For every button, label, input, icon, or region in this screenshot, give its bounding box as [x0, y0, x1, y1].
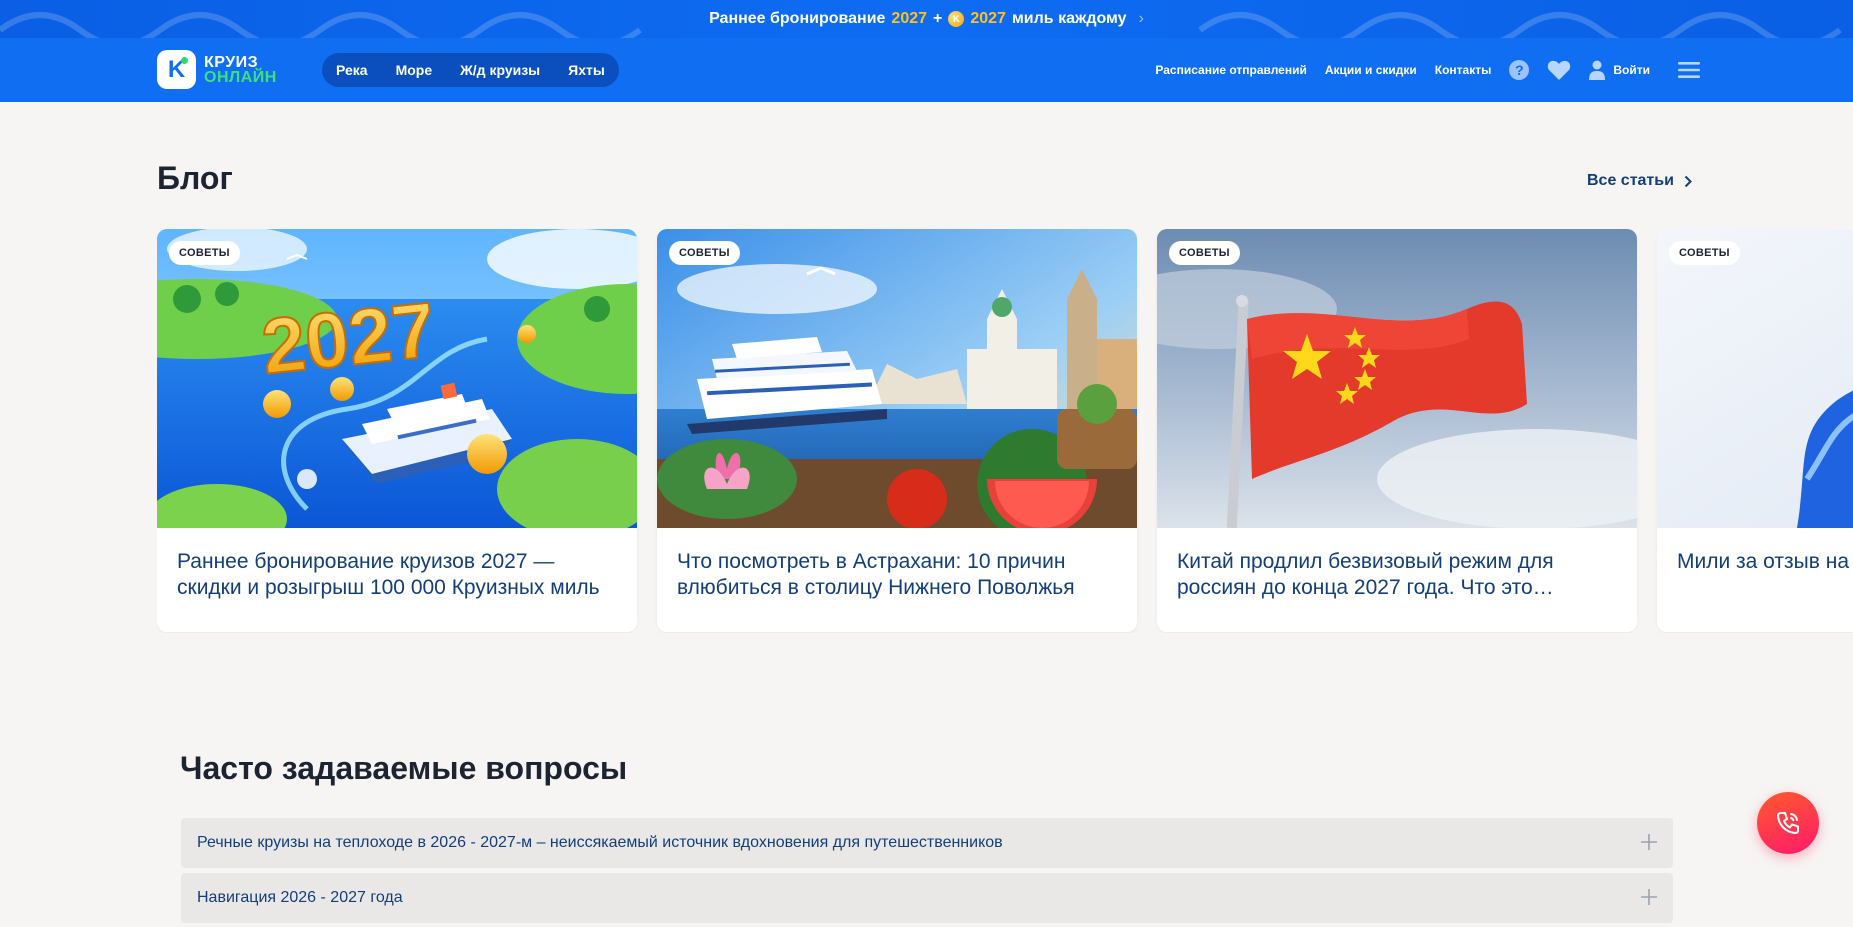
blog-card-image: 2027 — [157, 229, 637, 528]
blog-title: Блог — [157, 160, 233, 196]
svg-text:2027: 2027 — [258, 285, 440, 391]
faq-item[interactable]: Речные круизы на теплоходе в 2026 - 2027… — [181, 818, 1673, 868]
category-badge: СОВЕТЫ — [1669, 241, 1740, 265]
heart-icon — [1548, 60, 1571, 80]
chevron-right-icon — [1684, 175, 1692, 187]
promo-prefix: Раннее бронирование — [709, 10, 886, 27]
logo-mark-icon: K — [157, 50, 196, 89]
logo-dot — [181, 57, 188, 64]
blog-card[interactable]: 2027 СОВЕТЫ Раннее бронирование круизов … — [157, 229, 637, 632]
blog-carousel: 2027 СОВЕТЫ Раннее бронирование круизов … — [157, 229, 1853, 633]
blog-card-title: Раннее бронирование круизов 2027 — скидк… — [177, 550, 600, 599]
chevron-right-icon: › — [1138, 10, 1144, 27]
blog-card[interactable]: СОВЕТЫ Что посмотреть в Астрахани: 10 пр… — [657, 229, 1137, 632]
blog-card-image — [1157, 229, 1637, 528]
all-articles-label: Все статьи — [1587, 172, 1674, 189]
help-button[interactable]: ? — [1509, 60, 1530, 80]
phone-icon — [1777, 812, 1799, 834]
logo-text: КРУИЗ ОНЛАЙН — [204, 53, 277, 86]
promo-miles-amount: 2027 — [970, 10, 1006, 27]
call-button[interactable] — [1757, 792, 1819, 854]
promo-banner[interactable]: Раннее бронирование 2027 + K 2027 миль к… — [0, 0, 1853, 38]
faq-question: Речные круизы на теплоходе в 2026 - 2027… — [197, 834, 1003, 851]
link-schedule[interactable]: Расписание отправлений — [1155, 63, 1306, 77]
blog-card-image — [657, 229, 1137, 528]
category-nav: Река Море Ж/д круизы Яхты — [322, 53, 619, 87]
promo-year: 2027 — [891, 10, 928, 27]
logo-line2: ОНЛАЙН — [204, 68, 277, 86]
blog-card-title: Что посмотреть в Астрахани: 10 причин вл… — [677, 550, 1075, 599]
promo-suffix: миль каждому — [1011, 10, 1127, 27]
nav-item-rail-cruises[interactable]: Ж/д круизы — [460, 62, 540, 78]
login-button[interactable]: Войти — [1589, 60, 1650, 80]
header-right-nav: Расписание отправлений Акции и скидки Ко… — [1155, 38, 1700, 102]
faq-question: Навигация 2026 - 2027 года — [197, 889, 403, 906]
blog-card-image — [1657, 229, 1853, 528]
all-articles-link[interactable]: Все статьи — [1587, 172, 1692, 190]
miles-coin-icon: K — [948, 11, 965, 27]
category-badge: СОВЕТЫ — [1169, 241, 1240, 265]
link-promotions[interactable]: Акции и скидки — [1325, 63, 1417, 77]
login-label: Войти — [1613, 63, 1650, 77]
blog-card-title: Китай продлил безвизовый режим для росси… — [1177, 550, 1554, 599]
faq-item[interactable]: Навигация 2026 - 2027 года — [181, 873, 1673, 923]
promo-plus: + — [933, 10, 943, 27]
logo-line1: КРУИЗ — [204, 53, 259, 71]
user-icon — [1589, 60, 1606, 80]
blog-card[interactable]: СОВЕТЫ Китай продлил безвизовый режим дл… — [1157, 229, 1637, 632]
blog-card[interactable]: СОВЕТЫ Мили за отзыв на получить 500 Кру — [1657, 229, 1853, 632]
nav-item-sea[interactable]: Море — [396, 62, 433, 78]
category-badge: СОВЕТЫ — [169, 241, 240, 265]
link-contacts[interactable]: Контакты — [1435, 63, 1492, 77]
plus-icon — [1641, 834, 1657, 850]
blog-card-title: Мили за отзыв на получить 500 Кру — [1677, 550, 1853, 573]
menu-button[interactable] — [1678, 61, 1700, 79]
faq-title: Часто задаваемые вопросы — [180, 750, 628, 786]
logo[interactable]: K КРУИЗ ОНЛАЙН — [157, 50, 277, 89]
nav-item-yachts[interactable]: Яхты — [568, 62, 605, 78]
category-badge: СОВЕТЫ — [669, 241, 740, 265]
site-header: K КРУИЗ ОНЛАЙН Река Море Ж/д круизы Яхты… — [0, 38, 1853, 102]
plus-icon — [1641, 889, 1657, 905]
favorites-button[interactable] — [1547, 59, 1571, 81]
nav-item-river[interactable]: Река — [336, 62, 368, 78]
question-icon: ? — [1509, 60, 1530, 80]
hamburger-icon — [1678, 62, 1700, 78]
